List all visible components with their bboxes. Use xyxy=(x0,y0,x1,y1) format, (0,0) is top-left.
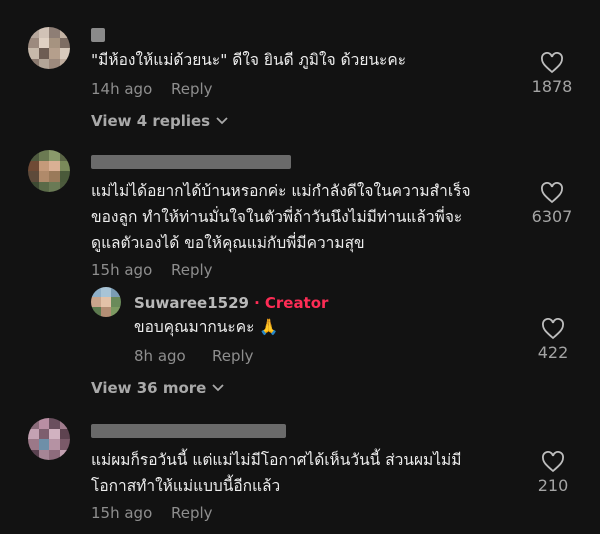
heart-outline-icon xyxy=(542,451,564,473)
view-replies-label: View 4 replies xyxy=(91,112,211,130)
reply-header: Suwaree1529 · Creator xyxy=(134,293,328,312)
like-count: 210 xyxy=(537,476,569,495)
comment-text: แม่ผมก็รอวันนี้ แต่แม่ไม่มีโอกาศได้เห็นว… xyxy=(91,451,462,495)
view-more-button[interactable]: View 36 more xyxy=(91,379,224,397)
heart-outline-icon xyxy=(541,182,563,204)
heart-outline-icon xyxy=(541,52,563,74)
like-count: 6307 xyxy=(531,207,573,226)
creator-badge: Creator xyxy=(264,294,329,312)
reply-time: 8h ago xyxy=(134,347,186,365)
avatar[interactable] xyxy=(28,418,70,460)
like-count: 422 xyxy=(537,343,569,362)
comment-time: 14h ago xyxy=(91,80,153,98)
chevron-down-icon xyxy=(216,117,228,125)
like-button[interactable]: 210 xyxy=(523,451,583,495)
view-replies-button[interactable]: View 4 replies xyxy=(91,112,228,130)
avatar[interactable] xyxy=(28,27,70,69)
like-count: 1878 xyxy=(531,77,573,96)
creator-avatar[interactable] xyxy=(91,287,121,317)
like-button[interactable]: 6307 xyxy=(522,182,582,226)
comment-text: "มีห้องให้แม่ด้วยนะ" ดีใจ ยินดี ภูมิใจ ด… xyxy=(91,51,407,69)
chevron-down-icon xyxy=(212,384,224,392)
reply-button[interactable]: Reply xyxy=(171,261,213,279)
username-redacted[interactable] xyxy=(91,28,105,42)
view-more-label: View 36 more xyxy=(91,379,207,397)
reply-button[interactable]: Reply xyxy=(171,80,213,98)
like-button[interactable]: 1878 xyxy=(522,52,582,96)
comment-text: แม่ไม่ได้อยากได้บ้านหรอกค่ะ แม่กำลังดีใจ… xyxy=(91,182,471,252)
avatar[interactable] xyxy=(28,150,70,192)
username-redacted[interactable] xyxy=(91,155,291,169)
creator-username[interactable]: Suwaree1529 xyxy=(134,294,249,312)
reply-button[interactable]: Reply xyxy=(171,504,213,522)
comment-time: 15h ago xyxy=(91,261,153,279)
heart-outline-icon xyxy=(542,318,564,340)
badge-separator: · xyxy=(254,294,260,312)
reply-text: ขอบคุณมากนะคะ 🙏 xyxy=(134,318,279,336)
username-redacted[interactable] xyxy=(91,424,286,438)
reply-button[interactable]: Reply xyxy=(212,347,254,365)
like-button[interactable]: 422 xyxy=(523,318,583,362)
comment-time: 15h ago xyxy=(91,504,153,522)
